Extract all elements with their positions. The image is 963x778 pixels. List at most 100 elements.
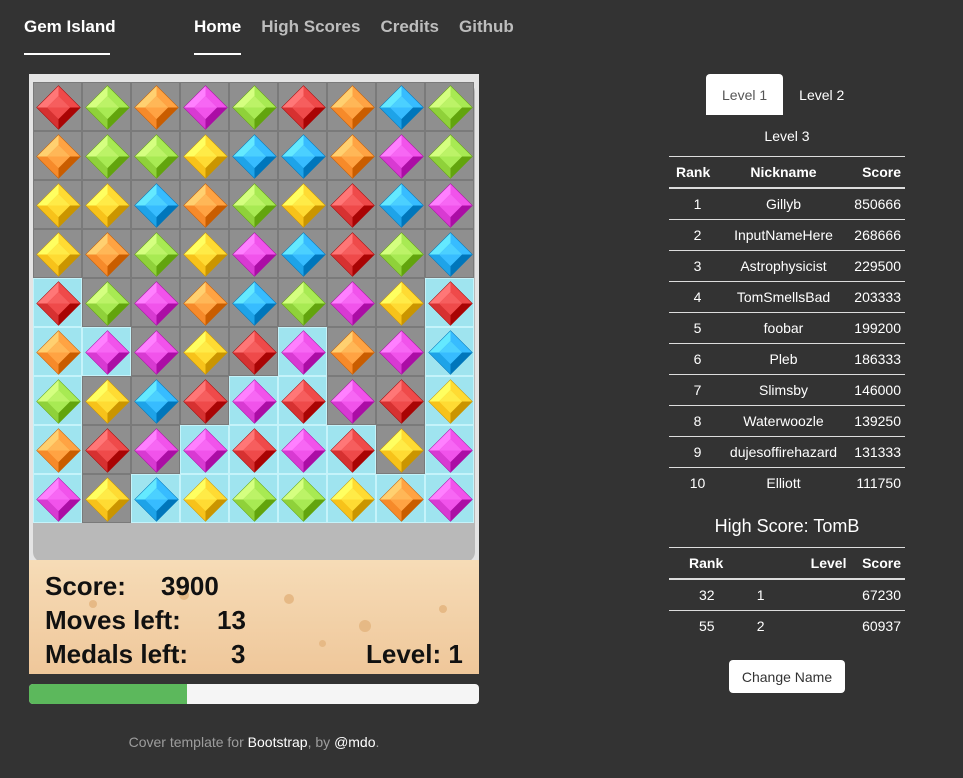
- magenta-gem-icon[interactable]: [328, 279, 377, 328]
- green-gem-icon[interactable]: [279, 475, 328, 524]
- red-gem-icon[interactable]: [279, 377, 328, 426]
- blue-gem-icon[interactable]: [132, 475, 181, 524]
- board-tile[interactable]: [180, 180, 229, 229]
- board-tile[interactable]: [33, 229, 82, 278]
- board-tile[interactable]: [278, 82, 327, 131]
- board-tile[interactable]: [376, 131, 425, 180]
- magenta-gem-icon[interactable]: [426, 181, 475, 230]
- board-tile[interactable]: [131, 376, 180, 425]
- red-gem-icon[interactable]: [279, 83, 328, 132]
- blue-gem-icon[interactable]: [426, 328, 475, 377]
- green-gem-icon[interactable]: [83, 132, 132, 181]
- green-gem-icon[interactable]: [83, 279, 132, 328]
- magenta-gem-icon[interactable]: [230, 230, 279, 279]
- ice-tile[interactable]: [425, 327, 474, 376]
- ice-tile[interactable]: [278, 425, 327, 474]
- green-gem-icon[interactable]: [230, 475, 279, 524]
- board-tile[interactable]: [131, 327, 180, 376]
- yellow-gem-icon[interactable]: [83, 377, 132, 426]
- blue-gem-icon[interactable]: [230, 132, 279, 181]
- ice-tile[interactable]: [278, 376, 327, 425]
- board-tile[interactable]: [82, 180, 131, 229]
- board-tile[interactable]: [278, 229, 327, 278]
- ice-tile[interactable]: [425, 425, 474, 474]
- magenta-gem-icon[interactable]: [328, 377, 377, 426]
- red-gem-icon[interactable]: [426, 279, 475, 328]
- ice-tile[interactable]: [229, 376, 278, 425]
- tab-level-2[interactable]: Level 2: [783, 74, 860, 115]
- board-tile[interactable]: [376, 180, 425, 229]
- yellow-gem-icon[interactable]: [181, 132, 230, 181]
- magenta-gem-icon[interactable]: [377, 132, 426, 181]
- ice-tile[interactable]: [180, 425, 229, 474]
- blue-gem-icon[interactable]: [279, 132, 328, 181]
- change-name-button[interactable]: Change Name: [729, 660, 845, 693]
- board-tile[interactable]: [33, 180, 82, 229]
- blue-gem-icon[interactable]: [377, 181, 426, 230]
- green-gem-icon[interactable]: [377, 230, 426, 279]
- orange-gem-icon[interactable]: [328, 328, 377, 377]
- board-tile[interactable]: [425, 82, 474, 131]
- board-tile[interactable]: [327, 376, 376, 425]
- yellow-gem-icon[interactable]: [34, 181, 83, 230]
- board-tile[interactable]: [376, 327, 425, 376]
- magenta-gem-icon[interactable]: [377, 328, 426, 377]
- board-tile[interactable]: [180, 82, 229, 131]
- board-tile[interactable]: [327, 82, 376, 131]
- red-gem-icon[interactable]: [230, 426, 279, 475]
- board-tile[interactable]: [131, 82, 180, 131]
- magenta-gem-icon[interactable]: [426, 426, 475, 475]
- ice-tile[interactable]: [327, 474, 376, 523]
- yellow-gem-icon[interactable]: [426, 377, 475, 426]
- board-tile[interactable]: [376, 229, 425, 278]
- ice-tile[interactable]: [229, 474, 278, 523]
- board-tile[interactable]: [229, 180, 278, 229]
- orange-gem-icon[interactable]: [181, 279, 230, 328]
- bootstrap-link[interactable]: Bootstrap: [248, 734, 308, 750]
- ice-tile[interactable]: [425, 278, 474, 327]
- ice-tile[interactable]: [131, 474, 180, 523]
- ice-tile[interactable]: [33, 425, 82, 474]
- magenta-gem-icon[interactable]: [83, 328, 132, 377]
- red-gem-icon[interactable]: [181, 377, 230, 426]
- ice-tile[interactable]: [425, 376, 474, 425]
- red-gem-icon[interactable]: [328, 181, 377, 230]
- green-gem-icon[interactable]: [230, 181, 279, 230]
- board-tile[interactable]: [33, 131, 82, 180]
- board-tile[interactable]: [33, 82, 82, 131]
- red-gem-icon[interactable]: [328, 426, 377, 475]
- green-gem-icon[interactable]: [426, 132, 475, 181]
- board-tile[interactable]: [131, 229, 180, 278]
- yellow-gem-icon[interactable]: [377, 426, 426, 475]
- ice-tile[interactable]: [376, 474, 425, 523]
- green-gem-icon[interactable]: [230, 83, 279, 132]
- magenta-gem-icon[interactable]: [132, 279, 181, 328]
- magenta-gem-icon[interactable]: [279, 426, 328, 475]
- orange-gem-icon[interactable]: [328, 83, 377, 132]
- board-tile[interactable]: [425, 131, 474, 180]
- board-tile[interactable]: [278, 131, 327, 180]
- blue-gem-icon[interactable]: [132, 377, 181, 426]
- ice-tile[interactable]: [33, 376, 82, 425]
- board-tile[interactable]: [82, 425, 131, 474]
- yellow-gem-icon[interactable]: [279, 181, 328, 230]
- tab-level-1[interactable]: Level 1: [706, 74, 784, 115]
- orange-gem-icon[interactable]: [328, 132, 377, 181]
- orange-gem-icon[interactable]: [181, 181, 230, 230]
- nav-credits[interactable]: Credits: [380, 17, 439, 55]
- magenta-gem-icon[interactable]: [132, 328, 181, 377]
- orange-gem-icon[interactable]: [34, 426, 83, 475]
- magenta-gem-icon[interactable]: [426, 475, 475, 524]
- board-tile[interactable]: [82, 131, 131, 180]
- ice-tile[interactable]: [229, 425, 278, 474]
- red-gem-icon[interactable]: [83, 426, 132, 475]
- board-tile[interactable]: [82, 376, 131, 425]
- red-gem-icon[interactable]: [34, 83, 83, 132]
- nav-high-scores[interactable]: High Scores: [261, 17, 360, 55]
- board-tile[interactable]: [376, 278, 425, 327]
- board-tile[interactable]: [376, 425, 425, 474]
- magenta-gem-icon[interactable]: [279, 328, 328, 377]
- brand-title[interactable]: Gem Island: [24, 17, 116, 55]
- orange-gem-icon[interactable]: [83, 230, 132, 279]
- blue-gem-icon[interactable]: [230, 279, 279, 328]
